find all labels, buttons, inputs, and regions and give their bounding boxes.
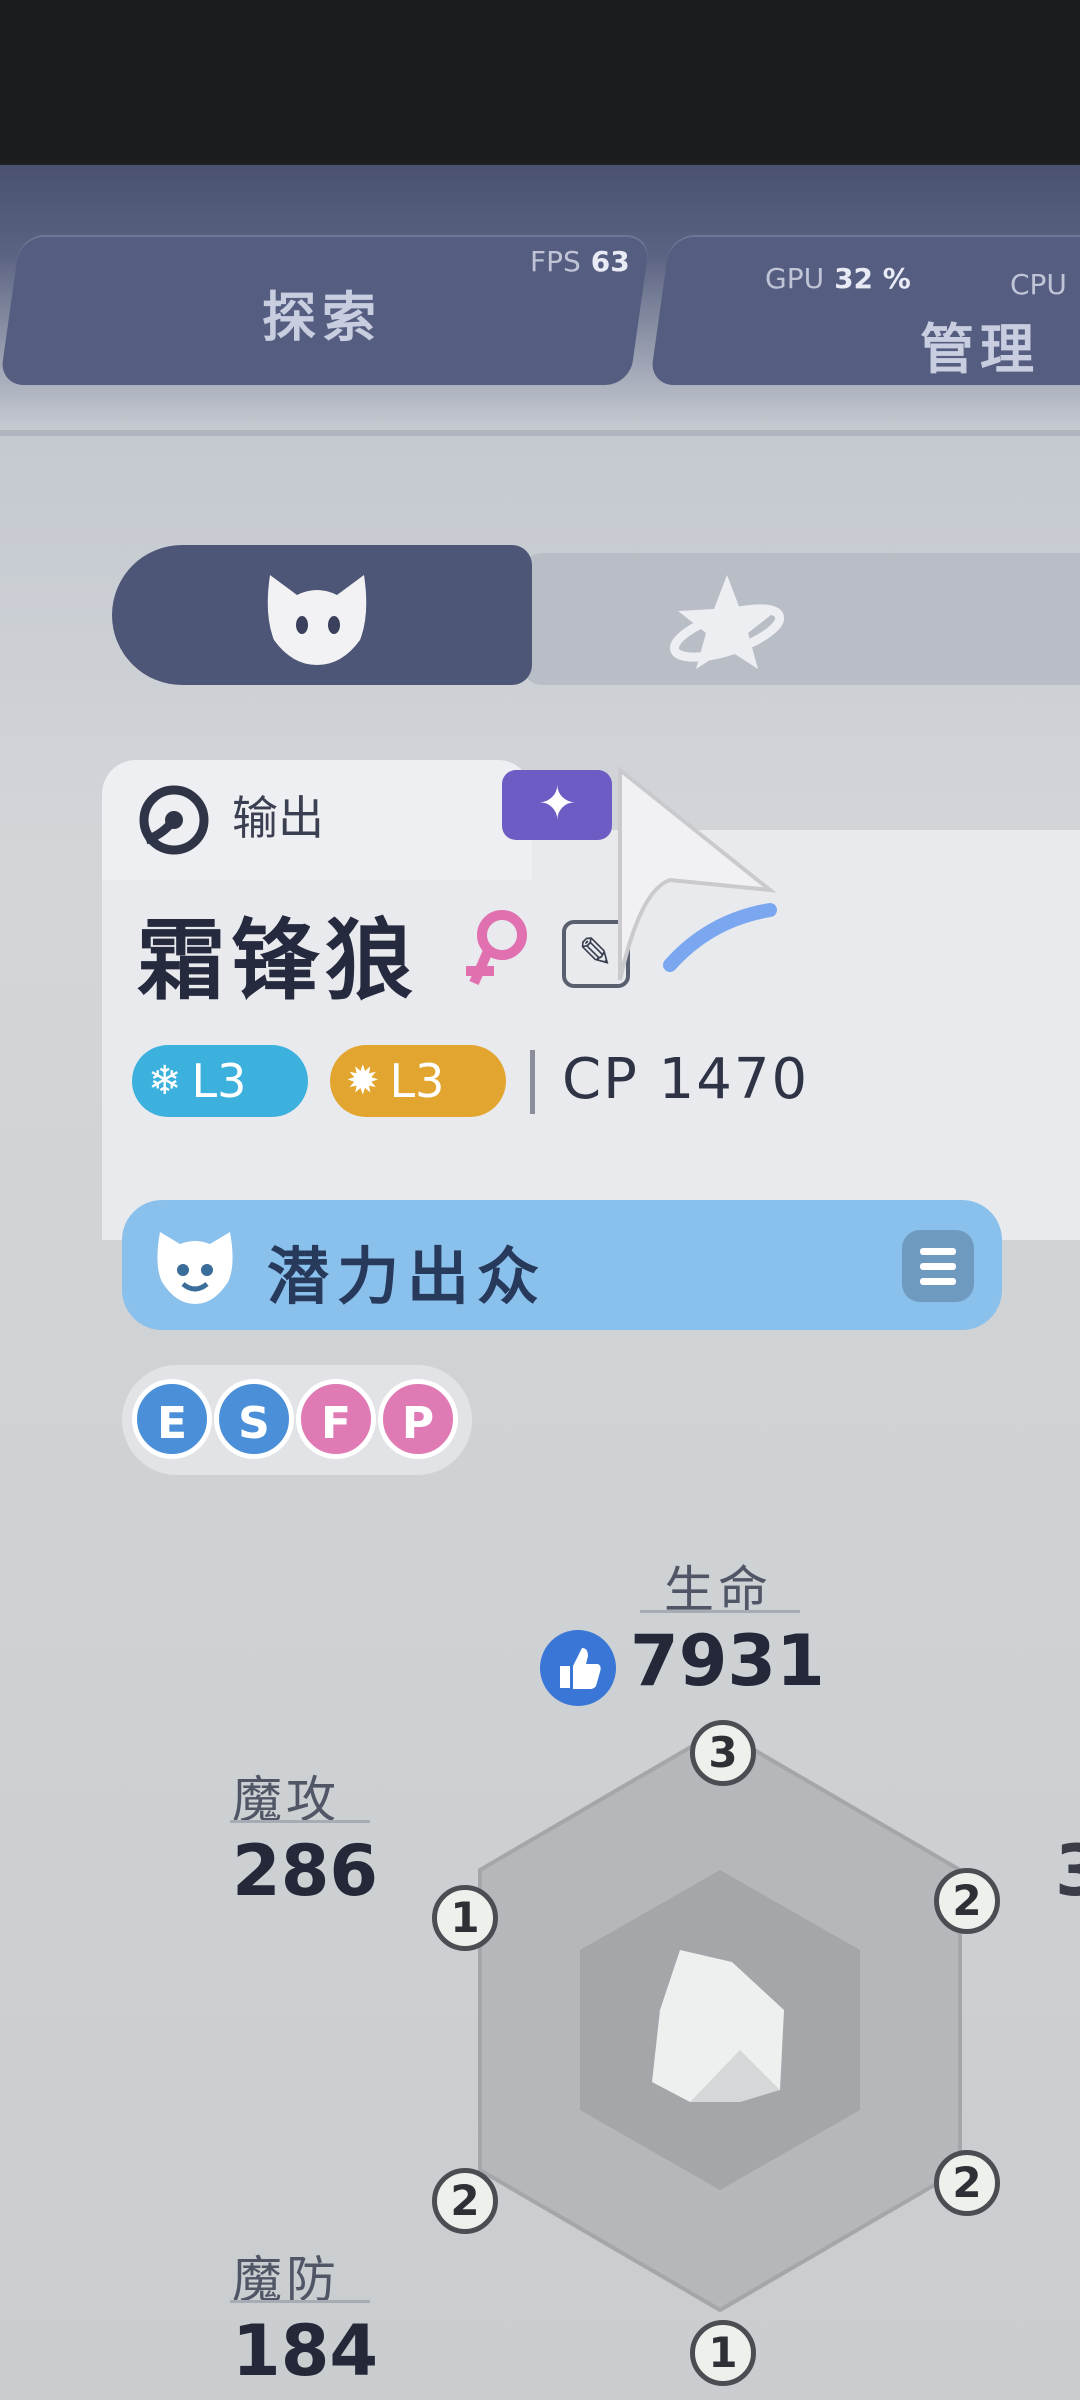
ice-level: L3 <box>191 1054 247 1108</box>
role-label: 输出 <box>232 791 324 845</box>
element-badge-ice: ❄ L3 <box>132 1045 308 1117</box>
personality-badges: E S F P <box>122 1365 472 1475</box>
side-stat-cutoff: 3 <box>1055 1830 1080 1912</box>
planet-star-icon <box>669 575 785 669</box>
hp-value: 7931 <box>630 1620 825 1702</box>
smiley-icon <box>157 1232 233 1304</box>
female-icon <box>466 910 527 986</box>
gpu-value: 32 % <box>834 262 911 295</box>
character-name: 霜锋狼 <box>137 909 420 1012</box>
sparkle-icon: ✦ <box>538 776 577 830</box>
hex-level-upper-right: 2 <box>934 1868 1000 1934</box>
cpu-readout: CPU <box>1010 268 1067 301</box>
cp-separator <box>530 1050 535 1114</box>
subtab-skills[interactable] <box>522 553 1080 685</box>
tab-manage-label: 管理 <box>920 318 1040 381</box>
menu-button[interactable] <box>902 1230 974 1302</box>
cat-face-icon <box>267 575 367 665</box>
edit-icon: ✎ <box>578 928 614 977</box>
fps-value: 63 <box>590 245 630 278</box>
hex-level-upper-left: 1 <box>432 1885 498 1951</box>
stat-hexagon <box>478 1727 962 2313</box>
matk-underline <box>230 1820 370 1823</box>
gpu-label: GPU <box>765 262 825 295</box>
mdef-value: 184 <box>232 2310 379 2392</box>
letter-e: E <box>132 1379 212 1459</box>
snowflake-icon: ❄ <box>148 1058 182 1104</box>
potential-label: 潜力出众 <box>267 1240 548 1313</box>
hex-level-lower-right: 2 <box>934 2150 1000 2216</box>
gpu-readout: GPU 32 % <box>765 262 911 295</box>
element-badge-sun: ✹ L3 <box>330 1045 506 1117</box>
tab-explore-label: 探索 <box>262 286 382 349</box>
sparkle-button[interactable]: ✦ <box>502 770 612 840</box>
hex-level-top: 3 <box>690 1720 756 1786</box>
combat-power: CP 1470 <box>562 1047 810 1112</box>
thumbs-up-icon <box>540 1630 616 1706</box>
mouse-cursor-icon <box>618 765 777 981</box>
sun-icon: ✹ <box>346 1058 380 1104</box>
nav-divider <box>0 430 1080 436</box>
sun-level: L3 <box>389 1054 445 1108</box>
sub-tabs <box>112 545 1080 685</box>
hex-level-bottom: 1 <box>690 2320 756 2386</box>
letter-s: S <box>214 1379 294 1459</box>
swirl-icon <box>139 785 209 855</box>
letter-p: P <box>378 1379 458 1459</box>
potential-bar[interactable]: 潜力出众 <box>122 1200 1002 1330</box>
fps-label: FPS <box>530 245 581 278</box>
letter-f: F <box>296 1379 376 1459</box>
matk-value: 286 <box>232 1830 379 1912</box>
fps-readout: FPS 63 <box>530 245 630 278</box>
hex-level-lower-left: 2 <box>432 2168 498 2234</box>
cpu-label: CPU <box>1010 268 1067 301</box>
mdef-underline <box>230 2300 370 2303</box>
role-tab: 输出 <box>102 760 532 880</box>
hp-underline <box>640 1610 800 1613</box>
subtab-profile[interactable] <box>112 545 532 685</box>
